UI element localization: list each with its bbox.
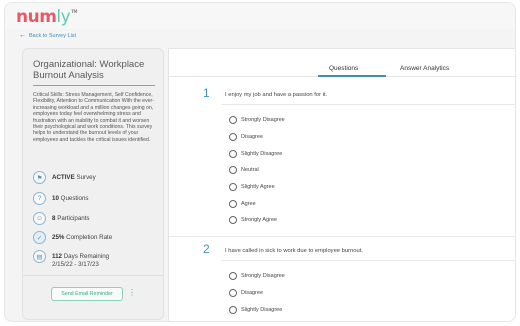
option-slightly-disagree[interactable]: Slightly Disagree xyxy=(229,306,282,314)
option-slightly-agree[interactable]: Slightly Agree xyxy=(229,183,275,191)
tab-bar: Questions Answer Analytics xyxy=(169,49,515,77)
people-icon: ☺ xyxy=(33,212,46,225)
question-separator xyxy=(169,236,515,237)
radio-button[interactable] xyxy=(229,183,237,191)
option-disagree[interactable]: Disagree xyxy=(229,133,263,141)
active-tab-indicator xyxy=(318,75,386,77)
radio-button[interactable] xyxy=(229,306,237,314)
option-slightly-disagree[interactable]: Slightly Disagree xyxy=(229,150,282,158)
option-agree[interactable]: Agree xyxy=(229,200,256,208)
status-value: ACTIVE xyxy=(52,174,75,181)
stat-status: ⚑ ACTIVE Survey xyxy=(33,171,96,184)
radio-button[interactable] xyxy=(229,289,237,297)
back-link-label: Back to Survey List xyxy=(29,32,77,39)
question-number: 1 xyxy=(203,86,210,100)
completion-value: 25% xyxy=(52,234,65,241)
stat-participants: ☺ 8 Participants xyxy=(33,212,90,225)
days-label: Days Remaining xyxy=(63,253,110,260)
participants-label: Participants xyxy=(57,215,90,222)
radio-button[interactable] xyxy=(229,166,237,174)
option-disagree[interactable]: Disagree xyxy=(229,289,263,297)
calendar-icon: ▤ xyxy=(33,250,46,263)
question-icon: ? xyxy=(33,192,46,205)
questions-label: Questions xyxy=(60,195,89,202)
question-divider xyxy=(221,104,515,105)
logo-tm: TM xyxy=(71,9,77,14)
survey-title: Organizational: Workplace Burnout Analys… xyxy=(33,59,145,81)
more-options-icon[interactable]: ⋮ xyxy=(128,289,136,297)
date-range: 2/15/22 - 3/17/23 xyxy=(52,260,99,268)
send-email-reminder-button[interactable]: Send Email Reminder xyxy=(51,287,123,301)
stat-days-remaining: ▤ 112 Days Remaining 2/15/22 - 3/17/23 xyxy=(33,250,109,268)
radio-button[interactable] xyxy=(229,116,237,124)
title-divider xyxy=(33,85,155,86)
question-text: I enjoy my job and have a passion for it… xyxy=(225,92,328,98)
status-label: Survey xyxy=(76,174,96,181)
logo-main: num xyxy=(16,7,57,27)
option-strongly-disagree[interactable]: Strongly Disagree xyxy=(229,272,285,280)
option-strongly-disagree[interactable]: Strongly Disagree xyxy=(229,116,285,124)
completion-label: Completion Rate xyxy=(66,234,113,241)
tab-answer-analytics[interactable]: Answer Analytics xyxy=(400,65,449,72)
flag-icon: ⚑ xyxy=(33,171,46,184)
radio-button[interactable] xyxy=(229,200,237,208)
radio-button[interactable] xyxy=(229,216,237,224)
back-to-survey-list-link[interactable]: ← Back to Survey List xyxy=(19,32,76,39)
option-strongly-agree[interactable]: Strongly Agree xyxy=(229,216,277,224)
participants-value: 8 xyxy=(52,215,56,222)
app-frame: numlyTM ← Back to Survey List Organizati… xyxy=(4,2,516,322)
radio-button[interactable] xyxy=(229,150,237,158)
question-number: 2 xyxy=(203,242,210,256)
question-text: I have called in sick to work due to emp… xyxy=(225,248,363,254)
days-value: 112 xyxy=(52,253,62,260)
question-divider xyxy=(221,260,515,261)
arrow-left-icon: ← xyxy=(19,32,26,39)
stat-questions: ? 10 Questions xyxy=(33,192,88,205)
survey-description: Critical Skills: Stress Management, Self… xyxy=(33,92,154,143)
sidebar-divider xyxy=(23,275,163,276)
option-neutral[interactable]: Neutral xyxy=(229,166,259,174)
tab-questions[interactable]: Questions xyxy=(329,65,358,72)
radio-button[interactable] xyxy=(229,272,237,280)
stat-completion: ✓ 25% Completion Rate xyxy=(33,231,112,244)
radio-button[interactable] xyxy=(229,133,237,141)
top-bar: numlyTM xyxy=(5,3,515,29)
main-panel: Questions Answer Analytics 1 I enjoy my … xyxy=(168,48,515,321)
logo-accent: ly xyxy=(56,7,71,27)
numly-logo[interactable]: numlyTM xyxy=(16,7,77,27)
questions-value: 10 xyxy=(52,195,59,202)
survey-sidebar: Organizational: Workplace Burnout Analys… xyxy=(22,48,164,320)
check-icon: ✓ xyxy=(33,231,46,244)
